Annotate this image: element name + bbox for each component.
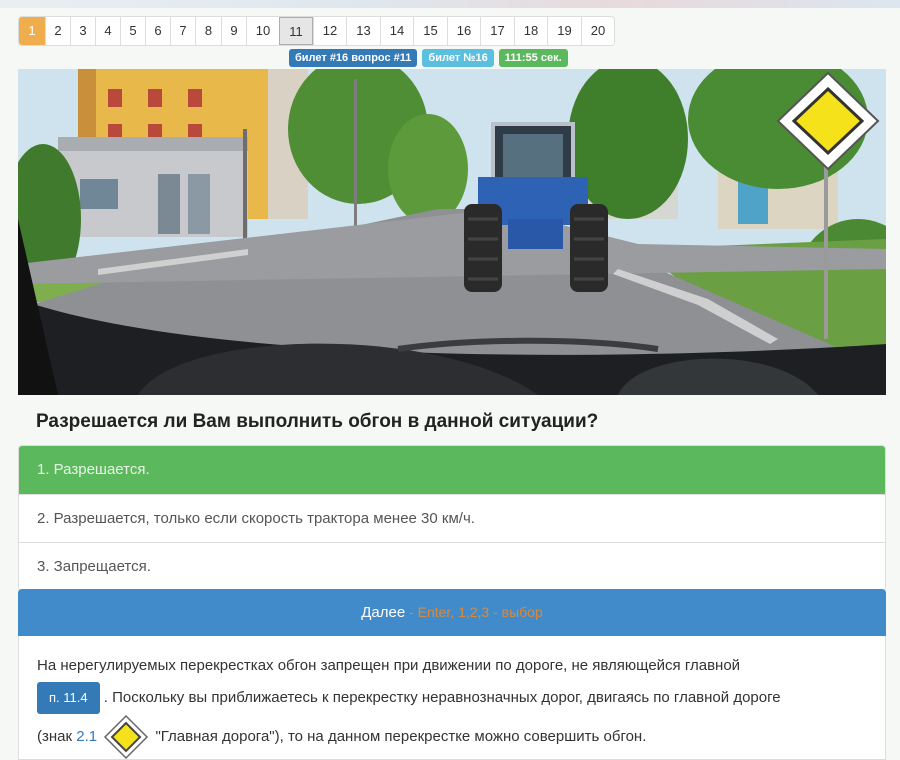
- explanation-panel: На нерегулируемых перекрестках обгон зап…: [18, 636, 886, 760]
- page-11[interactable]: 11: [279, 17, 313, 45]
- page-18[interactable]: 18: [514, 17, 547, 45]
- status-badges: билет #16 вопрос #11 билет №16 111:55 се…: [289, 49, 568, 67]
- page-8[interactable]: 8: [195, 17, 221, 45]
- next-button[interactable]: Далее - Enter, 1,2,3 - выбор: [18, 589, 886, 636]
- page-17[interactable]: 17: [480, 17, 514, 45]
- explanation-text-1: На нерегулируемых перекрестках обгон зап…: [37, 657, 741, 674]
- keyboard-hint: - Enter, 1,2,3 - выбор: [405, 604, 543, 620]
- answer-label: 2. Разрешается, только если скорость тра…: [37, 510, 475, 527]
- question-image: [18, 69, 886, 395]
- sign-link[interactable]: 2.1: [76, 728, 97, 745]
- answer-option-1[interactable]: 1. Разрешается.: [19, 446, 885, 494]
- page-3[interactable]: 3: [70, 17, 95, 45]
- page-1[interactable]: 1: [19, 17, 45, 45]
- page-5[interactable]: 5: [120, 17, 145, 45]
- explanation-text-3-suffix: "Главная дорога"), то на данном перекрес…: [155, 728, 647, 745]
- ticket-badge: билет №16: [422, 49, 494, 67]
- page-7[interactable]: 7: [170, 17, 195, 45]
- page-10[interactable]: 10: [246, 17, 279, 45]
- page-19[interactable]: 19: [547, 17, 581, 45]
- answer-label: 1. Разрешается.: [37, 461, 150, 478]
- answer-list: 1. Разрешается. 2. Разрешается, только е…: [18, 445, 886, 591]
- page-15[interactable]: 15: [413, 17, 447, 45]
- answer-option-3[interactable]: 3. Запрещается.: [19, 542, 885, 590]
- explanation-text-2: . Поскольку вы приближаетесь к перекрест…: [103, 689, 781, 706]
- question-pagination: 1 2 3 4 5 6 7 8 9 10 11 12 13 14 15 16 1…: [18, 16, 615, 46]
- page-12[interactable]: 12: [313, 17, 346, 45]
- page-9[interactable]: 9: [221, 17, 246, 45]
- top-strip: [0, 0, 900, 8]
- ticket-question-badge: билет #16 вопрос #11: [289, 49, 418, 67]
- timer-badge: 111:55 сек.: [498, 49, 568, 67]
- page-14[interactable]: 14: [380, 17, 413, 45]
- question-text: Разрешается ли Вам выполнить обгон в дан…: [36, 411, 599, 432]
- page-4[interactable]: 4: [95, 17, 120, 45]
- page-6[interactable]: 6: [145, 17, 170, 45]
- main-road-sign-icon: [104, 714, 149, 760]
- page-2[interactable]: 2: [45, 17, 70, 45]
- page-16[interactable]: 16: [447, 17, 480, 45]
- next-button-label: Далее: [361, 604, 406, 621]
- answer-option-2[interactable]: 2. Разрешается, только если скорость тра…: [19, 494, 885, 542]
- page-13[interactable]: 13: [346, 17, 380, 45]
- explanation-text-3-prefix: (знак: [37, 728, 77, 745]
- page-20[interactable]: 20: [581, 17, 614, 45]
- answer-label: 3. Запрещается.: [37, 558, 151, 575]
- rule-reference-button[interactable]: п. 11.4: [37, 682, 100, 715]
